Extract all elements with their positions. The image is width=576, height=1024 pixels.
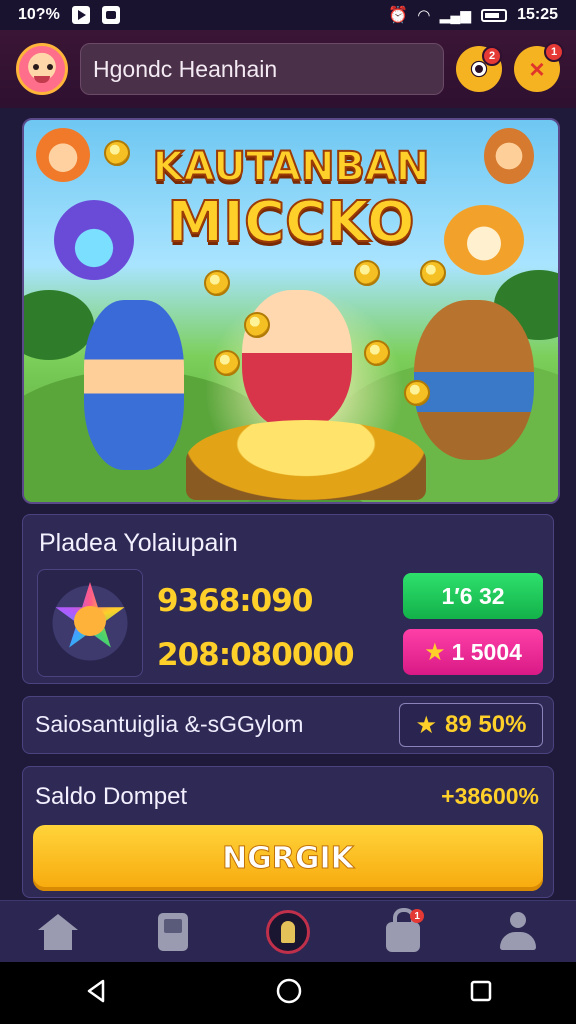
tab-device[interactable] [115,901,230,963]
green-value-button[interactable]: 1′6 32 [403,573,543,619]
phone-icon [157,913,188,951]
close-icon: × [529,53,545,84]
coin-icon [204,270,230,296]
home-icon [37,914,78,950]
wallet-panel: Saldo Dompet +38600% NGRGIK [22,766,554,898]
search-input[interactable]: Hgondc Heanhain [80,43,444,95]
secondary-amount: 208:080000 [157,637,355,673]
tab-home[interactable] [0,901,115,963]
recent-apps-icon[interactable] [469,979,493,1008]
bear-character [414,300,534,460]
mascot-face [74,606,106,636]
camera-app-icon [101,6,120,24]
system-nav-bar [0,962,576,1024]
star-icon: ★ [415,711,438,739]
primary-action-button[interactable]: NGRGIK [33,825,543,891]
coin-icon [354,260,380,286]
reward-panel[interactable]: Saiosantuiglia &-sGGylom ★ 89 50% [22,696,554,754]
wifi-icon: ◠ [418,7,430,24]
back-icon[interactable] [83,978,109,1009]
alarm-icon: ⏰ [388,7,409,24]
fox-character [36,128,90,182]
treasure-pile [186,420,426,500]
signal-icon: ▂▄▆ [439,6,472,23]
user-icon [498,912,538,952]
lock-icon [386,908,421,952]
pink-value-label: 1 5004 [451,638,522,665]
green-value-label: 1′6 32 [441,582,505,609]
status-bar: 10?% ⏰ ◠ ▂▄▆ 15:25 [0,0,576,30]
search-text: Hgondc Heanhain [93,55,278,82]
coin-icon [214,350,240,376]
lock-tab-badge: 1 [410,909,425,923]
settings-button[interactable]: 2 [456,46,502,92]
reward-text: Saiosantuiglia &-sGGylom [35,711,304,737]
coin-icon [420,260,446,286]
orange-fox-character [444,205,524,275]
reward-value-box[interactable]: ★ 89 50% [399,703,543,747]
coin-icon [244,312,270,338]
balance-panel: Pladea Yolaiupain 9368:090 208:080000 1′… [22,514,554,684]
tree-decoration [24,290,94,360]
wallet-value: +38600% [441,783,539,809]
primary-amount: 9368:090 [157,583,313,619]
play-store-icon [71,6,90,24]
app-header: Hgondc Heanhain 2 × 1 [0,30,576,108]
coin-icon [404,380,430,406]
center-game-icon [266,910,310,954]
coin-icon [364,340,390,366]
battery-icon [481,8,508,22]
close-badge: 1 [544,42,564,62]
settings-badge: 2 [482,46,502,66]
tab-profile[interactable] [461,901,576,963]
avatar[interactable] [16,43,68,95]
blue-hero-character [84,300,184,470]
home-circle-icon[interactable] [275,977,303,1010]
bottom-tab-bar: 1 [0,900,576,963]
tab-lock[interactable]: 1 [346,901,461,963]
tab-center[interactable] [230,901,345,963]
reward-value: 89 50% [445,711,527,738]
star-icon: ★ [424,638,446,666]
status-battery-percent: 10?% [18,6,60,23]
coin-icon [104,140,130,166]
cat-character [484,128,534,184]
kid-hero-character [242,290,352,430]
purple-monster-character [54,200,134,280]
pink-value-button[interactable]: ★ 1 5004 [403,629,543,675]
game-tile-icon[interactable] [37,569,143,677]
close-button[interactable]: × 1 [514,42,564,92]
balance-panel-title: Pladea Yolaiupain [39,529,238,557]
promo-banner[interactable]: KAUTANBAN MICCKO [22,118,560,504]
primary-action-label: NGRGIK [222,840,355,876]
wallet-label: Saldo Dompet [35,783,188,810]
status-time: 15:25 [517,6,558,23]
